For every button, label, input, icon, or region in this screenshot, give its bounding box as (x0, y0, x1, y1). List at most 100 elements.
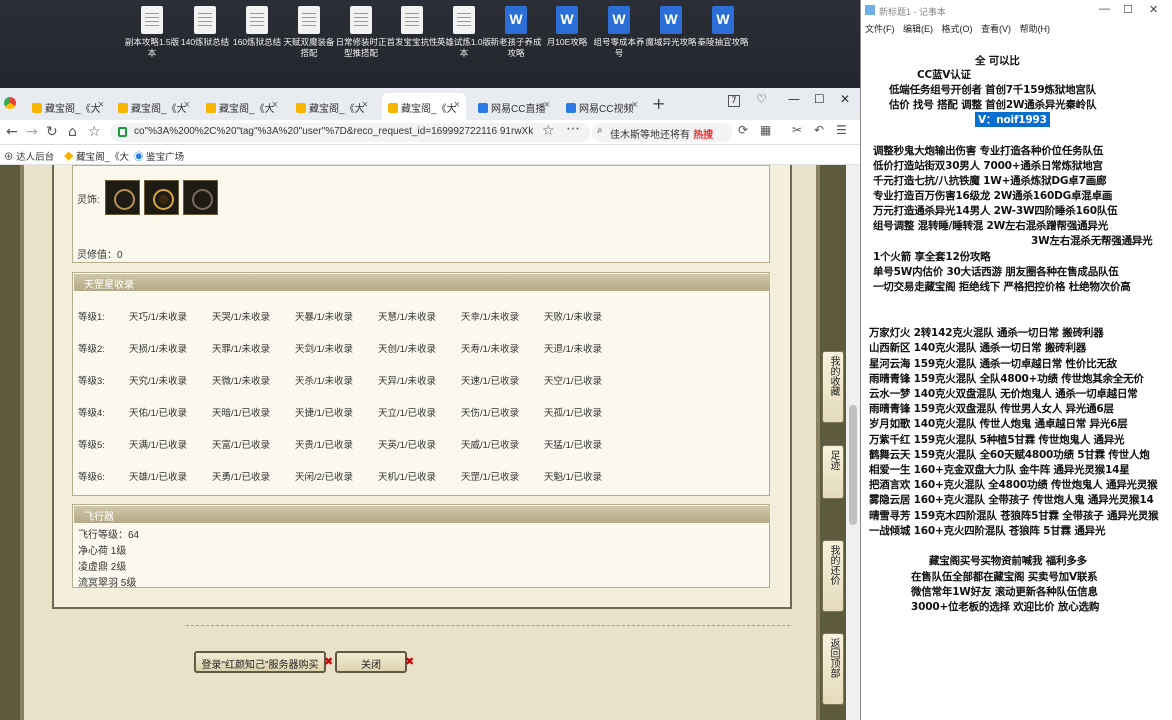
desktop-file-icon[interactable]: 秦陵抽宜攻略 (695, 6, 751, 48)
close-icon[interactable]: × (632, 99, 638, 111)
menu-format[interactable]: 格式(O) (942, 24, 973, 34)
home-icon[interactable]: ⌂ (68, 124, 77, 140)
close-icon[interactable]: × (544, 99, 550, 111)
close-icon[interactable]: × (184, 99, 190, 111)
star-level-label: 等级4: (78, 408, 105, 419)
maximize-icon[interactable]: ☐ (814, 92, 825, 106)
more-icon[interactable]: ⋯ (566, 121, 580, 137)
desktop: 副本攻略1.5版本 140炼狱总结 160炼狱总结 天赋双魔装备搭配 日常修装时… (0, 0, 860, 88)
word-doc-icon (556, 6, 578, 34)
text-line: 万家灯火 2转142克火混队 通杀一切日常 搬砖利器 (869, 327, 1104, 339)
forward-icon[interactable]: → (26, 124, 38, 140)
menu-edit[interactable]: 编辑(E) (903, 24, 933, 34)
desktop-file-icon[interactable]: 140炼狱总结 (177, 6, 233, 48)
globe-icon: ◉ (134, 152, 144, 163)
star-item: 天异/1/未收录 (378, 376, 437, 387)
tab-count-badge[interactable]: 7 (728, 95, 740, 107)
menu-icon[interactable]: ☰ (836, 123, 847, 137)
desktop-file-icon[interactable]: 副本攻略1.5版本 (124, 6, 180, 59)
side-bargain-button[interactable]: 我的还价 (822, 540, 844, 612)
url-input[interactable]: co"%3A%200%2C%20"tag"%3A%20"user"%7D&rec… (110, 123, 590, 142)
url-text: co"%3A%200%2C%20"tag"%3A%20"user"%7D&rec… (134, 126, 534, 137)
minimize-icon[interactable]: — (788, 92, 800, 106)
spirit-value: 灵修值：0 (77, 246, 123, 261)
browser-tab[interactable]: 网易CC直播 × (472, 93, 556, 120)
gem-slot-icon[interactable] (105, 180, 140, 215)
flight-level: 飞行等级：64 (78, 530, 140, 541)
tab-label: 藏宝阁_《大 (401, 104, 457, 115)
bookmark-star-icon[interactable]: ☆ (88, 124, 101, 140)
shield-icon[interactable]: ♡ (756, 92, 767, 106)
text-line: 低价打造站街双30男人 7000+通杀日常炼狱地宫 (873, 160, 1103, 172)
close-icon[interactable]: × (362, 99, 368, 111)
desktop-file-icon[interactable]: 日常修装时正型推搭配 (333, 6, 389, 59)
undo-icon[interactable]: ↶ (814, 123, 824, 137)
star-item: 天雄/1/已收录 (129, 472, 188, 483)
menu-file[interactable]: 文件(F) (865, 24, 895, 34)
desktop-file-icon[interactable]: 新老孩子养成攻略 (488, 6, 544, 59)
side-back-to-top-button[interactable]: 返回顶部 (822, 633, 844, 705)
text-line: 鹤舞云天 159克火混队 全60天赋4800功绩 5甘霖 传世人炮 (869, 449, 1150, 461)
back-icon[interactable]: ← (6, 124, 18, 140)
desktop-icon-label: 秦陵抽宜攻略 (697, 37, 749, 47)
grid-icon[interactable]: ▦ (760, 123, 771, 137)
gem-slot-icon[interactable] (183, 180, 218, 215)
stars-section-header: 天罡星收录 (74, 274, 770, 291)
menu-help[interactable]: 帮助(H) (1020, 24, 1051, 34)
text-line: CC蓝V认证 (917, 69, 971, 81)
gem-slot-icon[interactable] (144, 180, 179, 215)
close-window-icon[interactable]: ✕ (840, 92, 850, 106)
new-tab-icon[interactable]: + (652, 94, 665, 113)
login-buy-button[interactable]: 登录"红颜知己"服务器购买 (194, 651, 326, 673)
star-icon[interactable]: ☆ (542, 123, 555, 139)
desktop-file-icon[interactable]: 月10E攻略 (539, 6, 595, 48)
browser-tab[interactable]: 网易CC视频 × (560, 93, 644, 120)
close-icon[interactable]: × (272, 99, 278, 111)
tab-label: 藏宝阁_《大 (309, 104, 365, 115)
side-favorites-button[interactable]: 我的收藏 (822, 351, 844, 423)
browser-logo-icon (4, 97, 16, 109)
desktop-icon-label: 天赋双魔装备搭配 (283, 37, 335, 58)
browser-tab[interactable]: 藏宝阁_《大 × (200, 93, 284, 120)
bookmark-item[interactable]: ◆ 藏宝阁_《大 (64, 149, 129, 163)
close-icon[interactable]: × (454, 99, 460, 111)
browser-tab[interactable]: 藏宝阁_《大 × (112, 93, 196, 120)
star-item: 天损/1/未收录 (129, 344, 188, 355)
browser-tab[interactable]: 藏宝阁_《大 × (290, 93, 374, 120)
text-line: 万元打造通杀异光14男人 2W-3W四阶睡杀160队伍 (873, 205, 1118, 217)
bookmark-label: 达人后台 (16, 152, 55, 163)
desktop-file-icon[interactable]: 天赋双魔装备搭配 (281, 6, 337, 59)
bookmark-label: 鉴宝广场 (146, 152, 185, 163)
maximize-icon[interactable]: ☐ (1123, 3, 1133, 16)
bookmark-item[interactable]: ⊕ 达人后台 (4, 149, 54, 163)
notepad-text-area[interactable]: 全 可以比 CC蓝V认证 低端任务组号开创者 首创7千159炼狱地宫队 估价 找… (861, 36, 1172, 720)
spirit-value-number: 0 (117, 250, 123, 261)
minimize-icon[interactable]: — (1099, 3, 1110, 15)
desktop-icon-label: 140炼狱总结 (180, 37, 230, 47)
star-item: 天猛/1/已收录 (544, 440, 603, 451)
close-window-icon[interactable]: ✕ (1149, 3, 1158, 16)
desktop-icon-label: 160炼狱总结 (232, 37, 282, 47)
close-icon[interactable]: × (98, 99, 104, 111)
desktop-icon-label: 英雄试炼1.0版本 (436, 37, 492, 58)
browser-tab-active[interactable]: 藏宝阁_《大 × (382, 93, 466, 120)
desktop-file-icon[interactable]: 首发宝宝抗性 (384, 6, 440, 48)
scissors-icon[interactable]: ✂ (792, 123, 802, 137)
bookmark-item[interactable]: ◉ 鉴宝广场 (134, 149, 184, 163)
side-footprint-button[interactable]: 足迹 (822, 445, 844, 499)
reload-icon[interactable]: ↻ (46, 124, 58, 140)
page-scrollbar[interactable] (846, 165, 860, 720)
close-button[interactable]: 关闭 (335, 651, 407, 673)
refresh-icon[interactable]: ⟳ (738, 123, 748, 137)
search-input[interactable]: ⌕ 佳木斯等地还将有 热搜 (592, 123, 732, 142)
gems-box: 灵饰: 灵修值：0 (72, 165, 770, 263)
desktop-file-icon[interactable]: 魔域异光攻略 (643, 6, 699, 48)
star-item: 天富/1/已收录 (212, 440, 271, 451)
browser-tab[interactable]: 藏宝阁_《大 × (26, 93, 110, 120)
menu-view[interactable]: 查看(V) (981, 24, 1011, 34)
desktop-file-icon[interactable]: 160炼狱总结 (229, 6, 285, 48)
desktop-file-icon[interactable]: 英雄试炼1.0版本 (436, 6, 492, 59)
scrollbar-thumb[interactable] (849, 405, 857, 525)
desktop-file-icon[interactable]: 组号零成本养号 (591, 6, 647, 59)
text-line: 千元打造七抗/八抗铁魔 1W+通杀炼狱DG卓7画廊 (873, 175, 1107, 187)
